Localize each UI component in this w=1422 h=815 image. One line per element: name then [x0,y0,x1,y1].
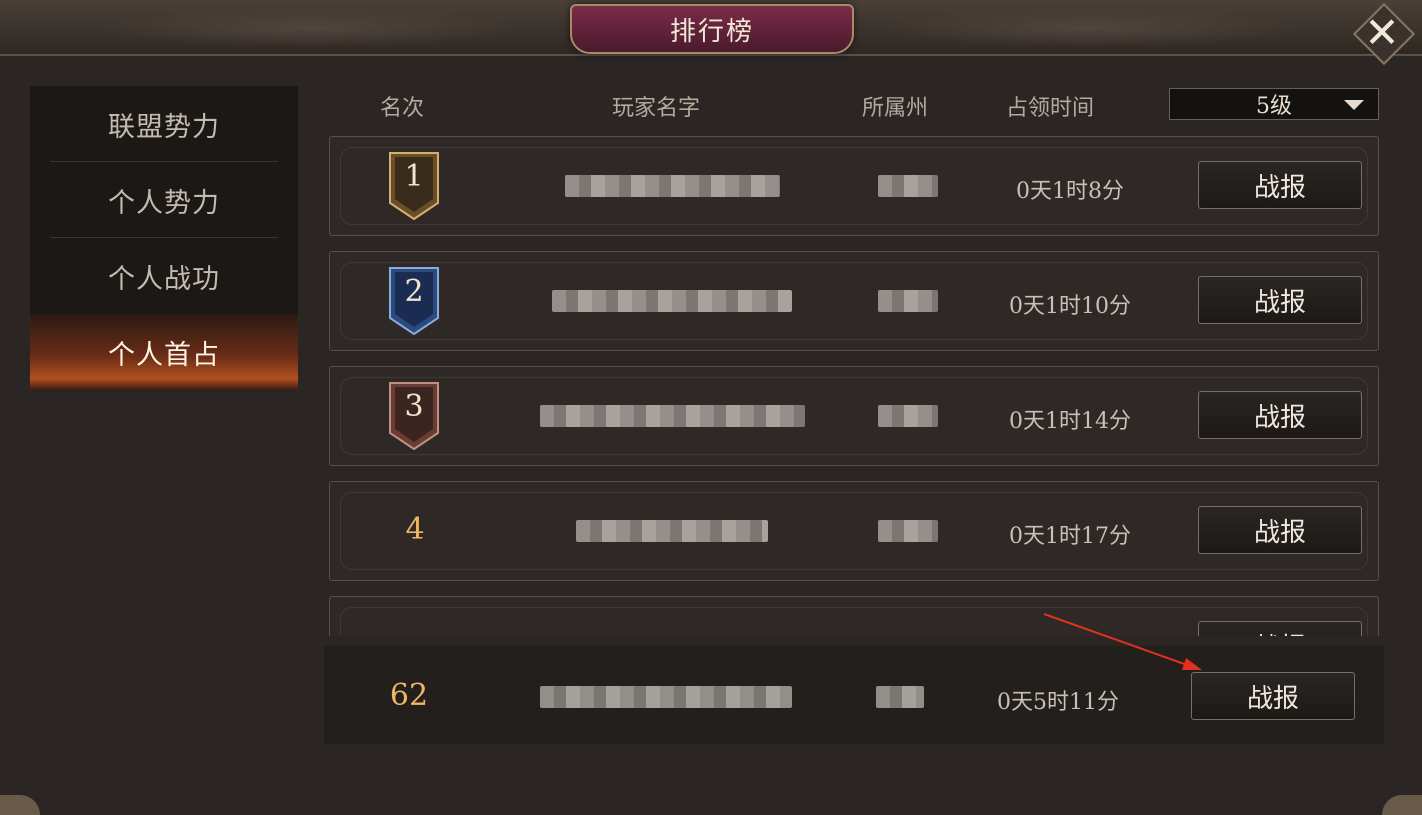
close-icon: ✕ [1364,7,1400,57]
table-row: 3 0天1时14分 战报 [329,366,1379,466]
rank-number: 2 [404,274,424,309]
sidebar-item-personal-merit[interactable]: 个人战功 [30,238,298,314]
occupy-time: 0天1时17分 [1009,524,1131,549]
red-arrow-annotation [1043,613,1202,670]
occupy-time: 0天1时10分 [1009,294,1131,319]
battle-report-button[interactable]: 战报 [1198,391,1362,439]
ranking-list[interactable]: 1 0天1时8分 战报 2 0天1时10分 战报 3 0天1时14分 战报 4 … [324,132,1384,636]
table-row: 4 0天1时17分 战报 [329,481,1379,581]
state-name-blurred [876,686,924,708]
top-ornament-right [880,8,1300,48]
rank-number: 1 [404,159,424,194]
battle-report-button[interactable]: 战报 [1198,161,1362,209]
sidebar-item-label: 个人首占 [108,339,220,371]
page-title: 排行榜 [570,4,854,54]
battle-report-button[interactable]: 战报 [1198,621,1362,636]
player-name-blurred [540,405,805,427]
my-rank-row: 62 0天5时11分 战报 [324,646,1384,744]
battle-report-button[interactable]: 战报 [1198,276,1362,324]
column-header-rank: 名次 [380,96,425,121]
top-ornament-left [100,8,520,48]
state-name-blurred [878,520,938,542]
rank-number: 4 [405,512,425,547]
level-select-value: 5级 [1256,94,1292,119]
sidebar-item-personal-first-occupy[interactable]: 个人首占 [30,314,298,390]
close-button[interactable]: ✕ [1352,2,1416,66]
player-name-blurred [565,175,780,197]
player-name-blurred [576,520,768,542]
chevron-down-icon [1344,100,1364,110]
level-select[interactable]: 5级 [1169,88,1379,120]
sidebar: 联盟势力 个人势力 个人战功 个人首占 [30,86,298,390]
state-name-blurred [878,175,938,197]
occupy-time: 0天1时14分 [1009,409,1131,434]
battle-report-button[interactable]: 战报 [1198,506,1362,554]
player-name-blurred [552,290,792,312]
occupy-time: 0天1时8分 [1016,179,1124,204]
bottom-left-corner-ornament [0,795,40,815]
bottom-right-corner-ornament [1382,795,1422,815]
my-battle-report-button[interactable]: 战报 [1191,672,1355,720]
rank-number: 3 [404,389,424,424]
table-row: 2 0天1时10分 战报 [329,251,1379,351]
bronze-rank-badge-icon: 3 [388,381,440,451]
sidebar-item-label: 个人战功 [108,263,220,295]
blue-rank-badge-icon: 2 [388,266,440,336]
sidebar-item-personal-power[interactable]: 个人势力 [30,162,298,238]
column-header-state: 所属州 [862,96,929,121]
sidebar-item-label: 联盟势力 [108,111,220,143]
column-header-occupy-time: 占领时间 [1006,96,1095,121]
my-occupy-time: 0天5时11分 [997,690,1119,715]
player-name-blurred [540,686,792,708]
table-row: 1 0天1时8分 战报 [329,136,1379,236]
column-header-player-name: 玩家名字 [612,96,701,121]
my-rank-number: 62 [389,678,429,713]
sidebar-item-alliance-power[interactable]: 联盟势力 [30,86,298,162]
table-row: 战报 [329,596,1379,636]
gold-rank-badge-icon: 1 [388,151,440,221]
sidebar-item-label: 个人势力 [108,187,220,219]
state-name-blurred [878,405,938,427]
state-name-blurred [878,290,938,312]
